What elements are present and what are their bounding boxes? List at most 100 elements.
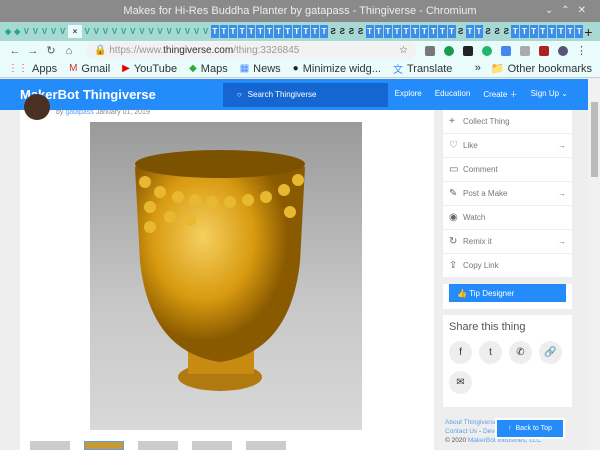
browser-tab[interactable]: V: [101, 25, 109, 38]
forward-icon[interactable]: →: [24, 45, 42, 57]
browser-tab[interactable]: V: [202, 25, 210, 38]
browser-tab[interactable]: T: [575, 25, 584, 38]
active-tab[interactable]: ×: [67, 25, 83, 38]
bookmark-translate[interactable]: 文 Translate: [393, 61, 452, 77]
browser-tab[interactable]: T: [374, 25, 383, 38]
share-whatsapp-button[interactable]: ✆: [509, 341, 532, 364]
browser-tab[interactable]: Ƨ: [484, 25, 492, 38]
thumbnail[interactable]: [138, 441, 178, 450]
browser-tab[interactable]: V: [59, 25, 67, 38]
browser-tab[interactable]: T: [556, 25, 565, 38]
nav-explore[interactable]: Explore: [395, 89, 422, 100]
browser-tab[interactable]: V: [111, 25, 119, 38]
browser-tab[interactable]: V: [129, 25, 137, 38]
browser-tab[interactable]: T: [210, 25, 219, 38]
browser-tab[interactable]: T: [429, 25, 438, 38]
browser-tab[interactable]: V: [83, 25, 91, 38]
browser-tab[interactable]: T: [301, 25, 310, 38]
browser-tab[interactable]: T: [256, 25, 265, 38]
browser-tab[interactable]: Ƨ: [356, 25, 364, 38]
action-like[interactable]: ♡ Like →: [443, 134, 572, 158]
browser-tab[interactable]: V: [138, 25, 146, 38]
thing-image-viewer[interactable]: [90, 122, 362, 430]
nav-sign-up[interactable]: Sign Up ⌄: [531, 89, 568, 100]
browser-tab[interactable]: T: [529, 25, 538, 38]
nav-create[interactable]: Create ＋: [483, 89, 517, 100]
author-link[interactable]: gatapass: [65, 109, 93, 116]
share-link-button[interactable]: 🔗: [539, 341, 562, 364]
browser-tab[interactable]: V: [120, 25, 128, 38]
bookmark-youtube[interactable]: ▶ YouTube: [122, 61, 177, 76]
browser-tab[interactable]: T: [547, 25, 556, 38]
share-facebook-button[interactable]: f: [449, 341, 472, 364]
browser-tab[interactable]: T: [265, 25, 274, 38]
browser-tab[interactable]: T: [411, 25, 420, 38]
browser-tab[interactable]: V: [40, 25, 48, 38]
browser-tab[interactable]: V: [156, 25, 164, 38]
address-bar[interactable]: 🔒 https://www. thingiverse.com/thing:3326…: [86, 42, 416, 59]
browser-tab[interactable]: Ƨ: [457, 25, 465, 38]
more-bookmarks-icon[interactable]: »: [475, 62, 481, 75]
browser-tab[interactable]: V: [165, 25, 173, 38]
browser-tab[interactable]: V: [92, 25, 100, 38]
browser-tab[interactable]: T: [447, 25, 456, 38]
bookmark-gmail[interactable]: M Gmail: [69, 61, 110, 76]
browser-tab[interactable]: ◆: [13, 25, 21, 38]
reload-icon[interactable]: ↻: [42, 44, 60, 57]
thumbnail[interactable]: [246, 441, 286, 450]
browser-tab[interactable]: T: [228, 25, 238, 38]
search-input[interactable]: ○ Search Thingiverse: [222, 82, 388, 107]
action-post-a-make[interactable]: ✎ Post a Make →: [443, 182, 572, 206]
browser-tab[interactable]: T: [520, 25, 529, 38]
browser-tab[interactable]: T: [247, 25, 256, 38]
extension-icon[interactable]: [444, 45, 454, 56]
share-email-button[interactable]: ✉: [449, 371, 472, 394]
thumbnail[interactable]: [30, 441, 70, 450]
other-bookmarks[interactable]: 📁 Other bookmarks: [491, 62, 592, 75]
bookmark-maps[interactable]: ◆ Maps: [189, 61, 228, 76]
browser-tab[interactable]: V: [31, 25, 39, 38]
browser-tab[interactable]: Ƨ: [329, 25, 337, 38]
action-watch[interactable]: ◉ Watch: [443, 206, 572, 230]
profile-avatar[interactable]: [558, 45, 568, 56]
browser-tab[interactable]: V: [22, 25, 30, 38]
back-icon[interactable]: ←: [6, 45, 24, 57]
browser-tab[interactable]: T: [474, 25, 483, 38]
extension-icon[interactable]: [463, 45, 473, 56]
thumbnail[interactable]: [84, 441, 124, 450]
browser-tab[interactable]: T: [383, 25, 392, 38]
bookmark-star-icon[interactable]: ☆: [399, 45, 408, 56]
browser-tab[interactable]: V: [50, 25, 58, 38]
browser-tab[interactable]: V: [183, 25, 191, 38]
browser-tab[interactable]: T: [219, 25, 228, 38]
bookmark-apps[interactable]: ⋮⋮ Apps: [8, 61, 57, 76]
bookmark-minimize-widg-[interactable]: ● Minimize widg...: [293, 61, 381, 76]
browser-tab[interactable]: T: [465, 25, 474, 38]
extension-icon[interactable]: [482, 45, 492, 56]
contact-link[interactable]: Contact Us: [445, 428, 477, 435]
extension-icon[interactable]: [501, 45, 511, 56]
back-to-top-button[interactable]: ↑ Back to Top: [495, 418, 565, 439]
action-collect-thing[interactable]: + Collect Thing: [443, 110, 572, 134]
home-icon[interactable]: ⌂: [60, 45, 78, 57]
bookmark-news[interactable]: ▦ News: [240, 61, 281, 76]
browser-tab[interactable]: T: [538, 25, 547, 38]
browser-tab[interactable]: Ƨ: [338, 25, 346, 38]
browser-tab[interactable]: T: [310, 25, 320, 38]
browser-tab[interactable]: V: [147, 25, 155, 38]
action-copy-link[interactable]: ⇪ Copy Link: [443, 254, 572, 278]
browser-tab[interactable]: T: [420, 25, 429, 38]
browser-tab[interactable]: ◆: [4, 25, 12, 38]
scrollbar-thumb[interactable]: [591, 102, 598, 177]
new-tab-button[interactable]: +: [584, 24, 592, 40]
browser-tab[interactable]: Ƨ: [502, 25, 510, 38]
browser-tab[interactable]: V: [174, 25, 182, 38]
menu-kebab-icon[interactable]: ⋮: [576, 44, 587, 57]
page-scrollbar[interactable]: [588, 79, 600, 450]
browser-tab[interactable]: Ƨ: [493, 25, 501, 38]
tip-designer-button[interactable]: 👍 Tip Designer: [449, 284, 566, 302]
browser-tab[interactable]: V: [192, 25, 200, 38]
browser-tab[interactable]: T: [511, 25, 520, 38]
browser-tab[interactable]: T: [402, 25, 411, 38]
browser-tab[interactable]: T: [283, 25, 292, 38]
